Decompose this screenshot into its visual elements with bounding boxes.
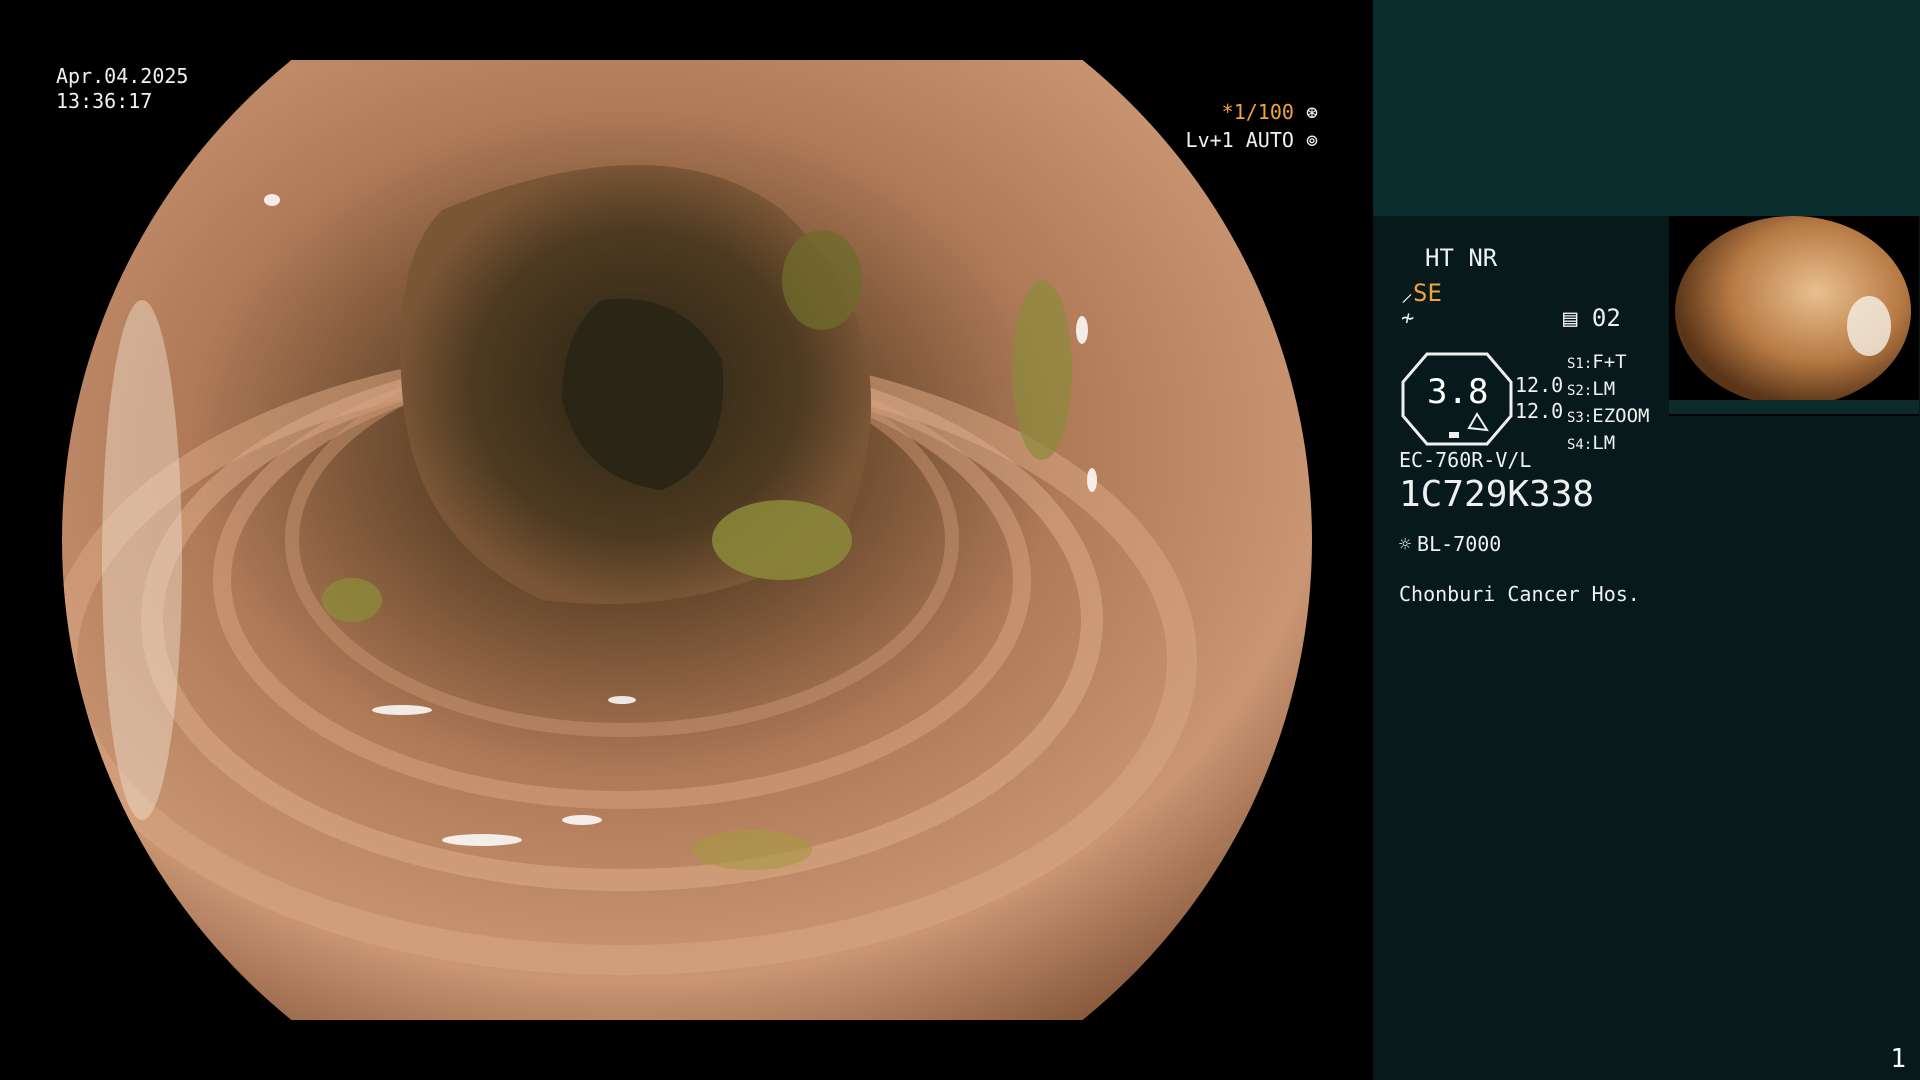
time-text: 13:36:17 xyxy=(56,89,153,113)
auto-level-text: Lv+1 AUTO xyxy=(1185,128,1294,152)
sun-icon: ☼ xyxy=(1399,532,1412,556)
aperture-icon: ⊛ xyxy=(1305,100,1318,124)
light-source: ☼ BL-7000 xyxy=(1399,532,1501,556)
date-text: Apr.04.2025 xyxy=(56,64,189,88)
structure-enhancement: ⸝SE xyxy=(1401,276,1442,309)
thumbnail-image xyxy=(1675,216,1911,406)
slot-1: S1:F+T xyxy=(1567,351,1627,373)
endoscopic-image xyxy=(62,60,1312,1020)
value-bottom: 12.0 xyxy=(1515,399,1564,423)
endoscope-view: Apr.04.2025 13:36:17 *1/100 ⊛ Lv+1 AUTO … xyxy=(0,0,1372,1080)
shutter-readout: *1/100 ⊛ xyxy=(1222,100,1318,124)
memory-indicator: ▤ 02 xyxy=(1563,304,1621,332)
scope-serial: 1C729K338 xyxy=(1399,474,1595,515)
panel-header-block xyxy=(1373,0,1920,216)
slot-3: S3:EZOOM xyxy=(1567,405,1650,427)
iris-icon: ⊚ xyxy=(1305,128,1318,152)
light-source-label: BL-7000 xyxy=(1417,532,1502,556)
thumbnail-caption-bar xyxy=(1669,400,1919,414)
gauge-value: 3.8 xyxy=(1427,372,1489,412)
slot-4: S4:LM xyxy=(1567,432,1616,454)
scope-model: EC-760R-V/L xyxy=(1399,448,1532,472)
auto-level-readout: Lv+1 AUTO ⊚ xyxy=(1186,128,1318,152)
ht-nr-label: HT NR xyxy=(1425,244,1498,272)
value-column: 12.0 12.0 xyxy=(1515,372,1563,424)
datetime-readout: Apr.04.2025 13:36:17 xyxy=(56,64,188,114)
switch-slots: S1:F+T S2:LM S3:EZOOM S4:LM xyxy=(1567,350,1650,458)
info-panel: HT NR ⸝SE ≁ ▤ 02 3.8 12.0 12.0 S1:F+T S2… xyxy=(1373,0,1920,1080)
shutter-text: *1/100 xyxy=(1221,100,1294,124)
value-top: 12.0 xyxy=(1515,373,1564,397)
page-number: 1 xyxy=(1890,1044,1906,1074)
hook-icon: ⸝ xyxy=(1401,279,1413,307)
memory-icon: ▤ xyxy=(1563,304,1578,332)
slot-2: S2:LM xyxy=(1567,378,1616,400)
memory-value: 02 xyxy=(1591,304,1621,332)
hospital-name: Chonburi Cancer Hos. xyxy=(1399,582,1640,606)
freeze-icon: ≁ xyxy=(1401,306,1415,331)
thumbnail-preview[interactable] xyxy=(1669,216,1919,416)
se-label: SE xyxy=(1413,279,1442,307)
